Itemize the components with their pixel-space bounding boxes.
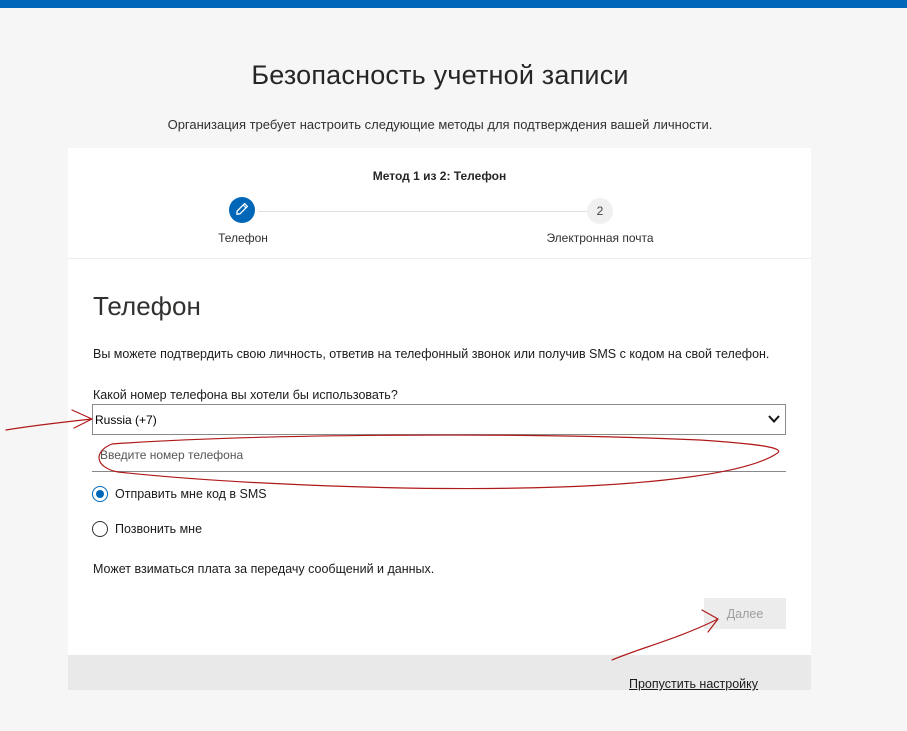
option-call-label: Позвонить мне	[115, 522, 203, 536]
phone-number-field	[92, 440, 786, 472]
radio-call[interactable]	[92, 521, 108, 537]
method-description: Вы можете подтвердить свою личность, отв…	[93, 347, 770, 361]
fees-note: Может взиматься плата за передачу сообще…	[93, 562, 435, 576]
radio-sms[interactable]	[92, 486, 108, 502]
skip-setup-link[interactable]: Пропустить настройку	[629, 677, 758, 691]
step-2-number: 2	[596, 204, 604, 218]
country-code-value: Russia (+7)	[95, 412, 157, 427]
step-connector-line	[258, 211, 602, 212]
phone-number-input[interactable]	[92, 440, 786, 470]
chevron-down-icon	[767, 413, 781, 428]
phone-question: Какой номер телефона вы хотели бы исполь…	[93, 388, 398, 402]
next-button[interactable]: Далее	[704, 598, 786, 629]
page-title: Безопасность учетной записи	[251, 60, 629, 90]
option-sms[interactable]: Отправить мне код в SMS	[92, 486, 267, 502]
progress-panel: Метод 1 из 2: Телефон Телефон 2 Электрон…	[68, 148, 811, 259]
page-subtitle: Организация требует настроить следующие …	[167, 117, 713, 132]
option-sms-label: Отправить мне код в SMS	[115, 487, 267, 501]
phone-form-panel: Телефон Вы можете подтвердить свою лично…	[68, 259, 811, 655]
country-code-select[interactable]: Russia (+7)	[92, 404, 786, 435]
step-2-label: Электронная почта	[546, 231, 654, 245]
pencil-icon	[235, 202, 249, 219]
method-caption: Метод 1 из 2: Телефон	[372, 169, 507, 183]
brand-top-bar	[0, 0, 907, 8]
section-heading: Телефон	[93, 291, 201, 321]
step-2-indicator: 2	[587, 198, 613, 224]
step-1-label: Телефон	[218, 231, 268, 245]
step-1-indicator	[229, 197, 255, 223]
option-call[interactable]: Позвонить мне	[92, 521, 202, 537]
